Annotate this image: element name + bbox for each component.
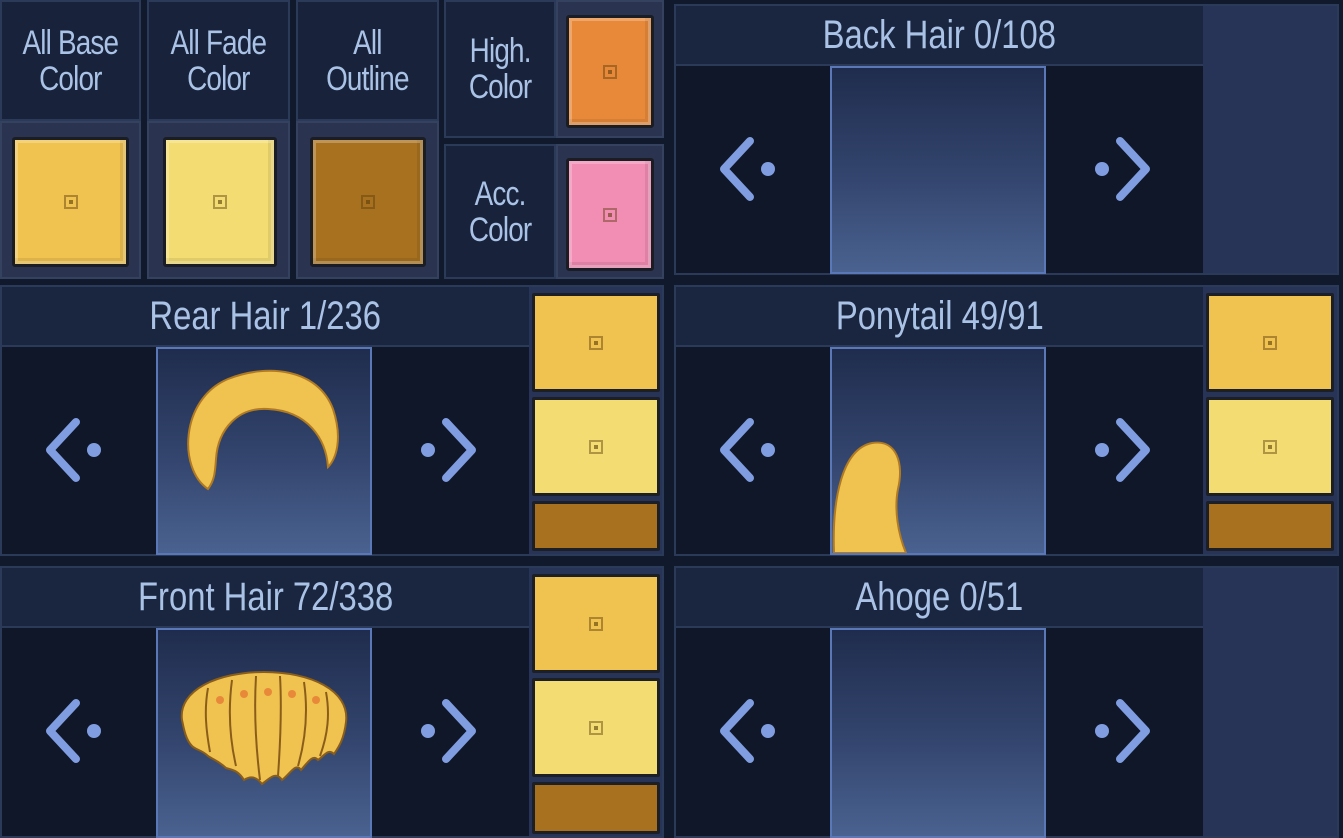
chevron-left-icon[interactable] [716, 410, 776, 490]
rear-hair-fade-swatch[interactable] [532, 397, 660, 496]
chevron-right-icon[interactable] [1094, 129, 1154, 209]
chevron-right-icon[interactable] [1094, 410, 1154, 490]
rear-hair-base-swatch[interactable] [532, 293, 660, 392]
swatch-center-icon [63, 195, 78, 209]
front-hair-panel: Front Hair 72/338 [0, 566, 664, 838]
ahoge-title: Ahoge 0/51 [676, 568, 1203, 628]
front-hair-fade-swatch[interactable] [532, 678, 660, 777]
swatch-center-icon [589, 439, 603, 454]
chevron-left-icon[interactable] [716, 691, 776, 771]
swatch-center-icon [213, 195, 227, 209]
all-base-color-label: All Base Color [0, 0, 141, 121]
swatch-center-icon [361, 195, 375, 209]
ponytail-title: Ponytail 49/91 [676, 287, 1203, 347]
front-hair-title: Front Hair 72/338 [2, 568, 529, 628]
rear-hair-outline-swatch[interactable] [532, 501, 660, 551]
all-outline-slot [296, 121, 439, 279]
swatch-center-icon [1263, 335, 1277, 350]
ahoge-color-column [1203, 568, 1337, 836]
rear-hair-shape-icon [187, 369, 339, 491]
all-base-color-slot [0, 121, 141, 279]
swatch-center-icon [589, 335, 603, 350]
ponytail-panel: Ponytail 49/91 [674, 285, 1339, 556]
back-hair-title: Back Hair 0/108 [676, 6, 1203, 66]
front-hair-outline-swatch[interactable] [532, 782, 660, 834]
acc-color-label: Acc. Color [444, 144, 556, 279]
rear-hair-preview[interactable] [156, 347, 372, 555]
all-base-color-swatch[interactable] [12, 137, 129, 267]
swatch-center-icon [1263, 439, 1277, 454]
acc-color-slot [556, 144, 664, 279]
rear-hair-panel: Rear Hair 1/236 [0, 285, 664, 556]
rear-hair-title: Rear Hair 1/236 [2, 287, 529, 347]
chevron-left-icon[interactable] [42, 691, 102, 771]
back-hair-panel: Back Hair 0/108 [674, 4, 1339, 275]
all-outline-label: All Outline [296, 0, 439, 121]
ponytail-preview[interactable] [830, 347, 1046, 555]
swatch-center-icon [603, 207, 617, 222]
all-fade-color-swatch[interactable] [163, 137, 277, 267]
high-color-label: High. Color [444, 0, 556, 138]
ponytail-shape-icon [832, 441, 908, 553]
rear-hair-color-column [529, 287, 662, 554]
ponytail-fade-swatch[interactable] [1206, 397, 1334, 496]
chevron-right-icon[interactable] [1094, 691, 1154, 771]
all-fade-color-label: All Fade Color [147, 0, 290, 121]
front-hair-preview[interactable] [156, 628, 372, 838]
front-hair-color-column [529, 568, 662, 836]
high-color-slot [556, 0, 664, 138]
swatch-center-icon [589, 616, 603, 631]
chevron-left-icon[interactable] [42, 410, 102, 490]
all-fade-color-slot [147, 121, 290, 279]
chevron-left-icon[interactable] [716, 129, 776, 209]
swatch-center-icon [589, 720, 603, 735]
ahoge-panel: Ahoge 0/51 [674, 566, 1339, 838]
high-color-swatch[interactable] [566, 15, 654, 128]
back-hair-preview[interactable] [830, 66, 1046, 274]
front-hair-base-swatch[interactable] [532, 574, 660, 673]
front-hair-shape-icon [180, 670, 348, 786]
ponytail-outline-swatch[interactable] [1206, 501, 1334, 551]
ponytail-color-column [1203, 287, 1337, 554]
all-outline-swatch[interactable] [310, 137, 426, 267]
ponytail-base-swatch[interactable] [1206, 293, 1334, 392]
acc-color-swatch[interactable] [566, 158, 654, 271]
ahoge-preview[interactable] [830, 628, 1046, 838]
back-hair-color-column [1203, 6, 1337, 273]
swatch-center-icon [603, 64, 617, 79]
chevron-right-icon[interactable] [420, 410, 480, 490]
chevron-right-icon[interactable] [420, 691, 480, 771]
